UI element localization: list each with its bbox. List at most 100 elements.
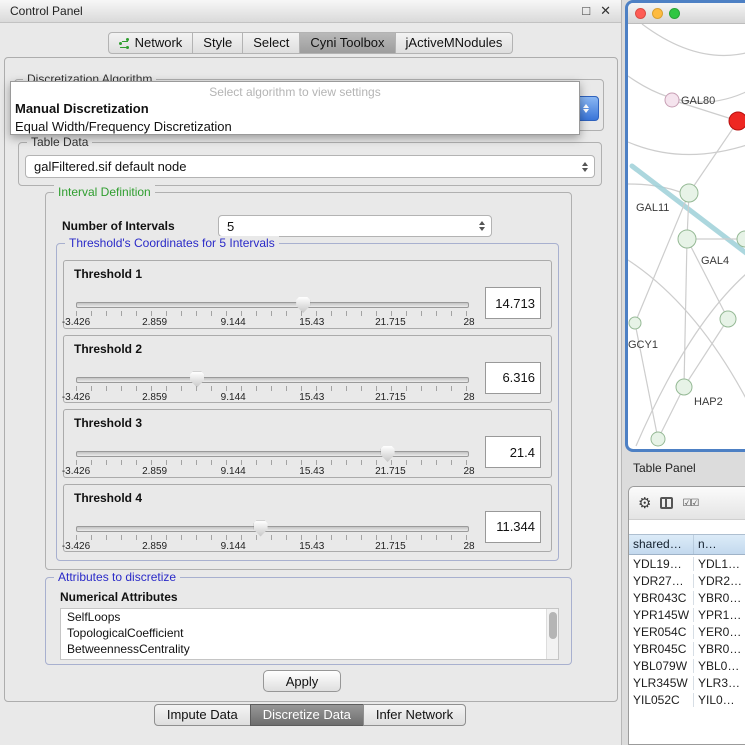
- scale-label: -3.426: [62, 392, 90, 403]
- tab-jactivemnodules[interactable]: jActiveMNodules: [396, 32, 514, 54]
- node-label: GCY1: [628, 339, 658, 351]
- node-label: GAL80: [681, 95, 715, 107]
- columns-icon[interactable]: [660, 497, 673, 509]
- table-cell: YIL052C: [629, 693, 694, 707]
- slider-track[interactable]: [76, 526, 469, 532]
- table-cell: YBR0…: [694, 642, 745, 656]
- network-edge: [687, 239, 728, 319]
- tab-label: Style: [203, 33, 232, 53]
- threshold-value-field[interactable]: 6.316: [485, 362, 541, 394]
- threshold-slider[interactable]: -3.4262.8599.14415.4321.71528: [74, 446, 471, 476]
- network-node[interactable]: [720, 311, 736, 327]
- combo-arrows-icon: [479, 221, 491, 231]
- threshold-slider[interactable]: -3.4262.8599.14415.4321.71528: [74, 297, 471, 327]
- scale-label: 2.859: [142, 392, 167, 403]
- interval-definition-title: Interval Definition: [54, 185, 155, 199]
- table-cell: YDL19…: [629, 557, 694, 571]
- scale-label: 28: [463, 392, 474, 403]
- table-row[interactable]: YIL052CYIL0…: [629, 691, 745, 708]
- network-edge: [642, 24, 745, 56]
- slider-track[interactable]: [76, 302, 469, 308]
- table-row[interactable]: YDL19…YDL1…: [629, 555, 745, 572]
- tab-network[interactable]: Network: [108, 32, 194, 54]
- threshold-value-field[interactable]: 21.4: [485, 436, 541, 468]
- minimize-traffic-light-icon[interactable]: [652, 8, 663, 19]
- threshold-row: Threshold 1 -3.4262.8599.14415.4321.7152…: [63, 260, 552, 329]
- network-node-gal4[interactable]: [678, 230, 696, 248]
- attributes-group: Attributes to discretize Numerical Attri…: [45, 577, 572, 665]
- scrollbar-thumb[interactable]: [549, 612, 557, 639]
- list-scrollbar[interactable]: [546, 609, 558, 659]
- network-node[interactable]: [729, 112, 745, 130]
- tab-infer-network[interactable]: Infer Network: [363, 704, 466, 726]
- window-title: Control Panel: [10, 4, 83, 18]
- control-panel-titlebar: Control Panel □ ✕: [0, 0, 621, 23]
- column-checkboxes-icon[interactable]: ☑☑: [682, 498, 698, 509]
- slider-track[interactable]: [76, 377, 469, 383]
- network-node[interactable]: [651, 432, 665, 446]
- scale-label: 9.144: [221, 317, 246, 328]
- list-item-selfloops[interactable]: SelfLoops: [61, 609, 558, 625]
- tab-discretize-data[interactable]: Discretize Data: [250, 704, 364, 726]
- threshold-rows: Threshold 1 -3.4262.8599.14415.4321.7152…: [63, 260, 552, 552]
- table-row[interactable]: YDR27…YDR2…: [629, 572, 745, 589]
- tab-cyni-toolbox[interactable]: Cyni Toolbox: [300, 32, 395, 54]
- table-cell: YPR1…: [694, 608, 745, 622]
- table-row[interactable]: YBR043CYBR0…: [629, 589, 745, 606]
- network-canvas[interactable]: GAL80GAL11GAL4GCY1HAP2: [628, 24, 745, 429]
- table-cell: YPR145W: [629, 608, 694, 622]
- scale-label: 15.43: [299, 466, 324, 477]
- network-icon: [119, 38, 130, 49]
- table-cell: YLR3…: [694, 676, 745, 690]
- scale-label: 9.144: [221, 541, 246, 552]
- threshold-value-field[interactable]: 11.344: [485, 511, 541, 543]
- table-data-select[interactable]: galFiltered.sif default node: [25, 155, 595, 178]
- network-node-hap2[interactable]: [676, 379, 692, 395]
- zoom-traffic-light-icon[interactable]: [669, 8, 680, 19]
- slider-ticks: [76, 460, 469, 465]
- threshold-slider[interactable]: -3.4262.8599.14415.4321.71528: [74, 372, 471, 402]
- tab-impute-data[interactable]: Impute Data: [154, 704, 251, 726]
- close-traffic-light-icon[interactable]: [635, 8, 646, 19]
- column-header[interactable]: n…: [694, 535, 717, 554]
- dropdown-item-equal-width[interactable]: Equal Width/Frequency Discretization: [11, 118, 579, 136]
- list-item-topologicalcoefficient[interactable]: TopologicalCoefficient: [61, 625, 558, 641]
- checkbox-icon: ☑: [690, 498, 698, 509]
- float-icon[interactable]: □: [582, 3, 590, 19]
- threshold-slider[interactable]: -3.4262.8599.14415.4321.71528: [74, 521, 471, 551]
- table-row[interactable]: YER054CYER0…: [629, 623, 745, 640]
- network-node-gcy1[interactable]: [629, 317, 641, 329]
- scale-label: 9.144: [221, 466, 246, 477]
- tab-select[interactable]: Select: [243, 32, 300, 54]
- table-row[interactable]: YBL079WYBL0…: [629, 657, 745, 674]
- column-header[interactable]: shared…: [629, 535, 694, 554]
- close-icon[interactable]: ✕: [600, 3, 611, 19]
- slider-track[interactable]: [76, 451, 469, 457]
- apply-button[interactable]: Apply: [263, 670, 341, 692]
- table-header: shared…n…: [629, 534, 745, 555]
- num-intervals-select[interactable]: 5: [218, 215, 492, 237]
- network-edge: [689, 121, 738, 193]
- dropdown-item-manual-discretization[interactable]: Manual Discretization: [11, 100, 579, 118]
- thresholds-group-title: Threshold's Coordinates for 5 Intervals: [65, 236, 279, 250]
- table-row[interactable]: YPR145WYPR1…: [629, 606, 745, 623]
- scale-label: -3.426: [62, 541, 90, 552]
- network-edge: [658, 387, 684, 439]
- table-toolbar: ⚙ ☑☑: [629, 487, 745, 520]
- scale-label: 15.43: [299, 392, 324, 403]
- list-item-betweennesscentrality[interactable]: BetweennessCentrality: [61, 641, 558, 657]
- settings-gear-icon[interactable]: ⚙: [638, 496, 651, 511]
- scale-label: 21.715: [375, 317, 406, 328]
- network-graph: GAL80GAL11GAL4GCY1HAP2: [628, 24, 745, 450]
- table-cell: YDL1…: [694, 557, 745, 571]
- threshold-value-field[interactable]: 14.713: [485, 287, 541, 319]
- network-node-gal11[interactable]: [680, 184, 698, 202]
- network-node-gal80[interactable]: [665, 93, 679, 107]
- table-cell: YER054C: [629, 625, 694, 639]
- interval-definition-group: Interval Definition Number of Intervals …: [45, 192, 572, 570]
- table-row[interactable]: YBR045CYBR0…: [629, 640, 745, 657]
- table-row[interactable]: YLR345WYLR3…: [629, 674, 745, 691]
- slider-scale: -3.4262.8599.14415.4321.71528: [76, 392, 469, 403]
- tab-style[interactable]: Style: [193, 32, 243, 54]
- table-body: YDL19…YDL1…YDR27…YDR2…YBR043CYBR0…YPR145…: [629, 555, 745, 708]
